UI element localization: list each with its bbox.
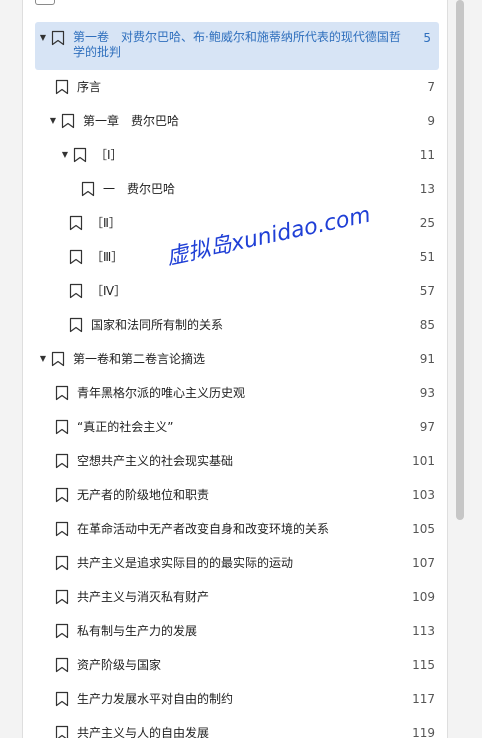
bookmark-item-15[interactable]: 共产主义是追求实际目的的最实际的运动 107	[23, 546, 447, 580]
bookmark-panel: ▼ 第一卷 对费尔巴哈、布·鲍威尔和施蒂纳所代表的现代德国哲学的批判 5 序言 …	[22, 0, 448, 738]
collapse-toggle-icon[interactable]: ▼	[59, 147, 71, 163]
bookmark-icon	[73, 147, 87, 163]
bookmark-page-number: 57	[419, 284, 435, 298]
bookmark-icon	[81, 181, 95, 197]
bookmark-label: 私有制与生产力的发展	[77, 624, 198, 638]
bookmark-page-number: 7	[427, 80, 435, 94]
bookmark-page-number: 85	[419, 318, 435, 332]
vertical-scrollbar[interactable]	[456, 0, 464, 738]
bookmark-icon	[69, 249, 83, 265]
bookmark-label: 共产主义与人的自由发展	[77, 726, 210, 738]
bookmark-icon	[55, 657, 69, 673]
bookmark-page-number: 5	[423, 31, 431, 45]
scrollbar-thumb[interactable]	[456, 0, 464, 520]
bookmark-icon	[55, 385, 69, 401]
bookmark-label: 第一卷和第二卷言论摘选	[73, 352, 206, 366]
bookmark-label: 国家和法同所有制的关系	[91, 318, 224, 332]
bookmark-item-10[interactable]: 青年黑格尔派的唯心主义历史观 93	[23, 376, 447, 410]
bookmark-item-16[interactable]: 共产主义与消灭私有财产 109	[23, 580, 447, 614]
bookmark-item-2[interactable]: ▼ 第一章 费尔巴哈 9	[23, 104, 447, 138]
bookmark-page-number: 113	[412, 624, 435, 638]
bookmark-icon	[55, 453, 69, 469]
bookmark-icon	[51, 351, 65, 367]
bookmark-page-number: 93	[419, 386, 435, 400]
collapse-toggle-icon[interactable]: ▼	[37, 351, 49, 367]
bookmark-label: 序言	[77, 80, 102, 94]
bookmark-icon	[55, 419, 69, 435]
bookmark-item-17[interactable]: 私有制与生产力的发展 113	[23, 614, 447, 648]
bookmark-item-4[interactable]: 一 费尔巴哈 13	[23, 172, 447, 206]
bookmark-icon	[55, 691, 69, 707]
bookmark-outline: ▼ 第一卷 对费尔巴哈、布·鲍威尔和施蒂纳所代表的现代德国哲学的批判 5 序言 …	[23, 22, 447, 738]
bookmark-page-number: 51	[419, 250, 435, 264]
bookmark-label: 在革命活动中无产者改变自身和改变环境的关系	[77, 522, 330, 536]
bookmark-item-8[interactable]: 国家和法同所有制的关系 85	[23, 308, 447, 342]
bookmark-item-5[interactable]: ［Ⅱ］ 25	[23, 206, 447, 240]
bookmark-label: “真正的社会主义”	[77, 420, 174, 434]
bookmark-icon	[55, 79, 69, 95]
bookmark-page-number: 97	[419, 420, 435, 434]
bookmark-page-number: 13	[419, 182, 435, 196]
bookmark-label: 共产主义与消灭私有财产	[77, 590, 210, 604]
collapse-toggle-icon[interactable]: ▼	[47, 113, 59, 129]
bookmark-label: ［Ⅱ］	[91, 216, 121, 230]
bookmark-item-9[interactable]: ▼ 第一卷和第二卷言论摘选 91	[23, 342, 447, 376]
bookmark-label: 共产主义是追求实际目的的最实际的运动	[77, 556, 294, 570]
bookmark-page-number: 115	[412, 658, 435, 672]
bookmark-label: ［Ⅰ］	[95, 148, 123, 162]
bookmark-page-number: 117	[412, 692, 435, 706]
bookmark-item-20[interactable]: 共产主义与人的自由发展 119	[23, 716, 447, 738]
bookmark-label: ［Ⅳ］	[91, 284, 127, 298]
bookmark-icon	[55, 623, 69, 639]
bookmark-icon	[55, 589, 69, 605]
bookmark-label: 青年黑格尔派的唯心主义历史观	[77, 386, 246, 400]
bookmark-page-number: 105	[412, 522, 435, 536]
bookmark-label: 资产阶级与国家	[77, 658, 162, 672]
bookmark-label: 第一卷 对费尔巴哈、布·鲍威尔和施蒂纳所代表的现代德国哲学的批判	[73, 30, 401, 59]
bookmark-page-number: 25	[419, 216, 435, 230]
bookmark-label: 一 费尔巴哈	[103, 182, 176, 196]
bookmark-page-number: 9	[427, 114, 435, 128]
bookmark-page-number: 109	[412, 590, 435, 604]
bookmark-item-12[interactable]: 空想共产主义的社会现实基础 101	[23, 444, 447, 478]
bookmark-icon	[61, 113, 75, 129]
bookmark-icon	[55, 487, 69, 503]
bookmark-icon	[55, 555, 69, 571]
bookmark-label: 空想共产主义的社会现实基础	[77, 454, 234, 468]
bookmark-page-number: 107	[412, 556, 435, 570]
bookmark-item-7[interactable]: ［Ⅳ］ 57	[23, 274, 447, 308]
bookmark-icon	[55, 521, 69, 537]
bookmark-icon	[55, 725, 69, 738]
bookmark-item-3[interactable]: ▼ ［Ⅰ］ 11	[23, 138, 447, 172]
bookmark-item-14[interactable]: 在革命活动中无产者改变自身和改变环境的关系 105	[23, 512, 447, 546]
bookmark-page-number: 11	[419, 148, 435, 162]
bookmark-icon	[69, 283, 83, 299]
bookmark-label: ［Ⅲ］	[91, 250, 124, 264]
bookmark-item-18[interactable]: 资产阶级与国家 115	[23, 648, 447, 682]
bookmark-item-13[interactable]: 无产者的阶级地位和职责 103	[23, 478, 447, 512]
bookmark-item-1[interactable]: 序言 7	[23, 70, 447, 104]
bookmark-page-number: 101	[412, 454, 435, 468]
bookmark-icon	[51, 30, 65, 46]
bookmark-label: 第一章 费尔巴哈	[83, 114, 180, 128]
bookmark-label: 无产者的阶级地位和职责	[77, 488, 210, 502]
select-all-checkbox[interactable]	[35, 0, 55, 5]
bookmark-item-0[interactable]: ▼ 第一卷 对费尔巴哈、布·鲍威尔和施蒂纳所代表的现代德国哲学的批判 5	[35, 22, 439, 70]
bookmark-icon	[69, 317, 83, 333]
collapse-toggle-icon[interactable]: ▼	[37, 30, 49, 46]
bookmark-icon	[69, 215, 83, 231]
bookmark-label: 生产力发展水平对自由的制约	[77, 692, 234, 706]
bookmark-page-number: 119	[412, 726, 435, 738]
bookmark-item-19[interactable]: 生产力发展水平对自由的制约 117	[23, 682, 447, 716]
bookmark-item-6[interactable]: ［Ⅲ］ 51	[23, 240, 447, 274]
bookmark-page-number: 103	[412, 488, 435, 502]
bookmark-item-11[interactable]: “真正的社会主义” 97	[23, 410, 447, 444]
bookmark-page-number: 91	[419, 352, 435, 366]
